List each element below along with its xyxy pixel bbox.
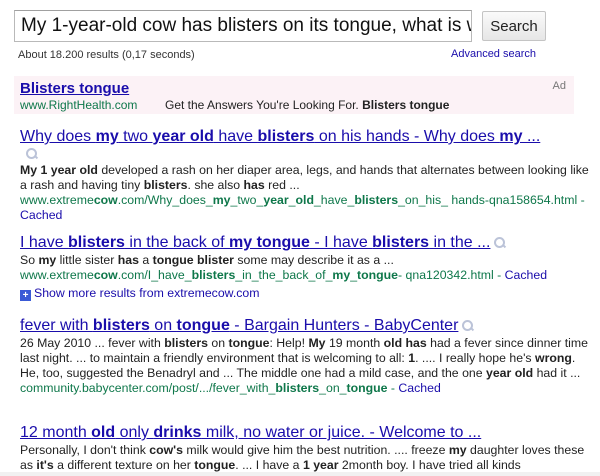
ad-description-keyword: Blisters tongue <box>362 98 450 112</box>
plus-icon: + <box>20 290 31 301</box>
ad-block: Blisters tongue www.RightHealth.com Get … <box>14 76 574 114</box>
result-url-text: www.extremecow.com/I_have_blisters_in_th… <box>20 268 494 282</box>
result-url-text: community.babycenter.com/post/.../fever_… <box>20 381 388 395</box>
magnifier-icon[interactable] <box>462 319 474 332</box>
result-title-link[interactable]: 12 month old only drinks milk, no water … <box>20 423 594 442</box>
ad-description-text: Get the Answers You're Looking For. <box>165 98 359 112</box>
result-url: www.extremecow.com/Why_does_my_two_year_… <box>20 193 585 222</box>
cached-link[interactable]: Cached <box>20 208 62 222</box>
bottom-divider <box>0 472 600 476</box>
result-url-text: www.extremecow.com/Why_does_my_two_year_… <box>20 193 578 207</box>
more-results-text: Show more results from extremecow.com <box>34 286 260 300</box>
result-snippet: 26 May 2010 ... fever with blisters on t… <box>20 336 589 380</box>
result-stats: About 18.200 results (0,17 seconds) <box>18 49 195 61</box>
search-result: fever with blisters on tongue - Bargain … <box>20 316 594 396</box>
magnifier-icon[interactable] <box>26 148 38 160</box>
result-title-link[interactable]: Why does my two year old have blisters o… <box>20 127 594 146</box>
cached-link[interactable]: Cached <box>505 268 547 282</box>
magnifier-icon[interactable] <box>494 236 506 249</box>
search-button[interactable]: Search <box>482 11 546 41</box>
more-results-link[interactable]: + Show more results from extremecow.com <box>20 286 260 301</box>
ad-label: Ad <box>552 80 566 92</box>
result-snippet: So my little sister has a tongue blister… <box>20 253 394 267</box>
result-snippet: My 1 year old developed a rash on her di… <box>20 163 589 192</box>
search-input[interactable]: My 1-year-old cow has blisters on its to… <box>14 10 472 42</box>
result-url: community.babycenter.com/post/.../fever_… <box>20 381 441 395</box>
search-result: 12 month old only drinks milk, no water … <box>20 423 594 473</box>
search-result: I have blisters in the back of my tongue… <box>20 233 594 283</box>
ad-description: Get the Answers You're Looking For. Blis… <box>165 98 449 112</box>
result-url: www.extremecow.com/I_have_blisters_in_th… <box>20 268 548 282</box>
ad-title-link[interactable]: Blisters tongue <box>20 80 129 97</box>
ad-url: www.RightHealth.com <box>20 98 138 112</box>
cached-link[interactable]: Cached <box>398 381 440 395</box>
search-result: Why does my two year old have blisters o… <box>20 127 594 223</box>
advanced-search-link[interactable]: Advanced search <box>451 48 536 60</box>
result-snippet: Personally, I don't think cow's milk wou… <box>20 443 585 472</box>
result-title-link[interactable]: I have blisters in the back of my tongue… <box>20 234 490 251</box>
result-title-link[interactable]: fever with blisters on tongue - Bargain … <box>20 317 458 334</box>
search-bar: My 1-year-old cow has blisters on its to… <box>14 10 590 44</box>
